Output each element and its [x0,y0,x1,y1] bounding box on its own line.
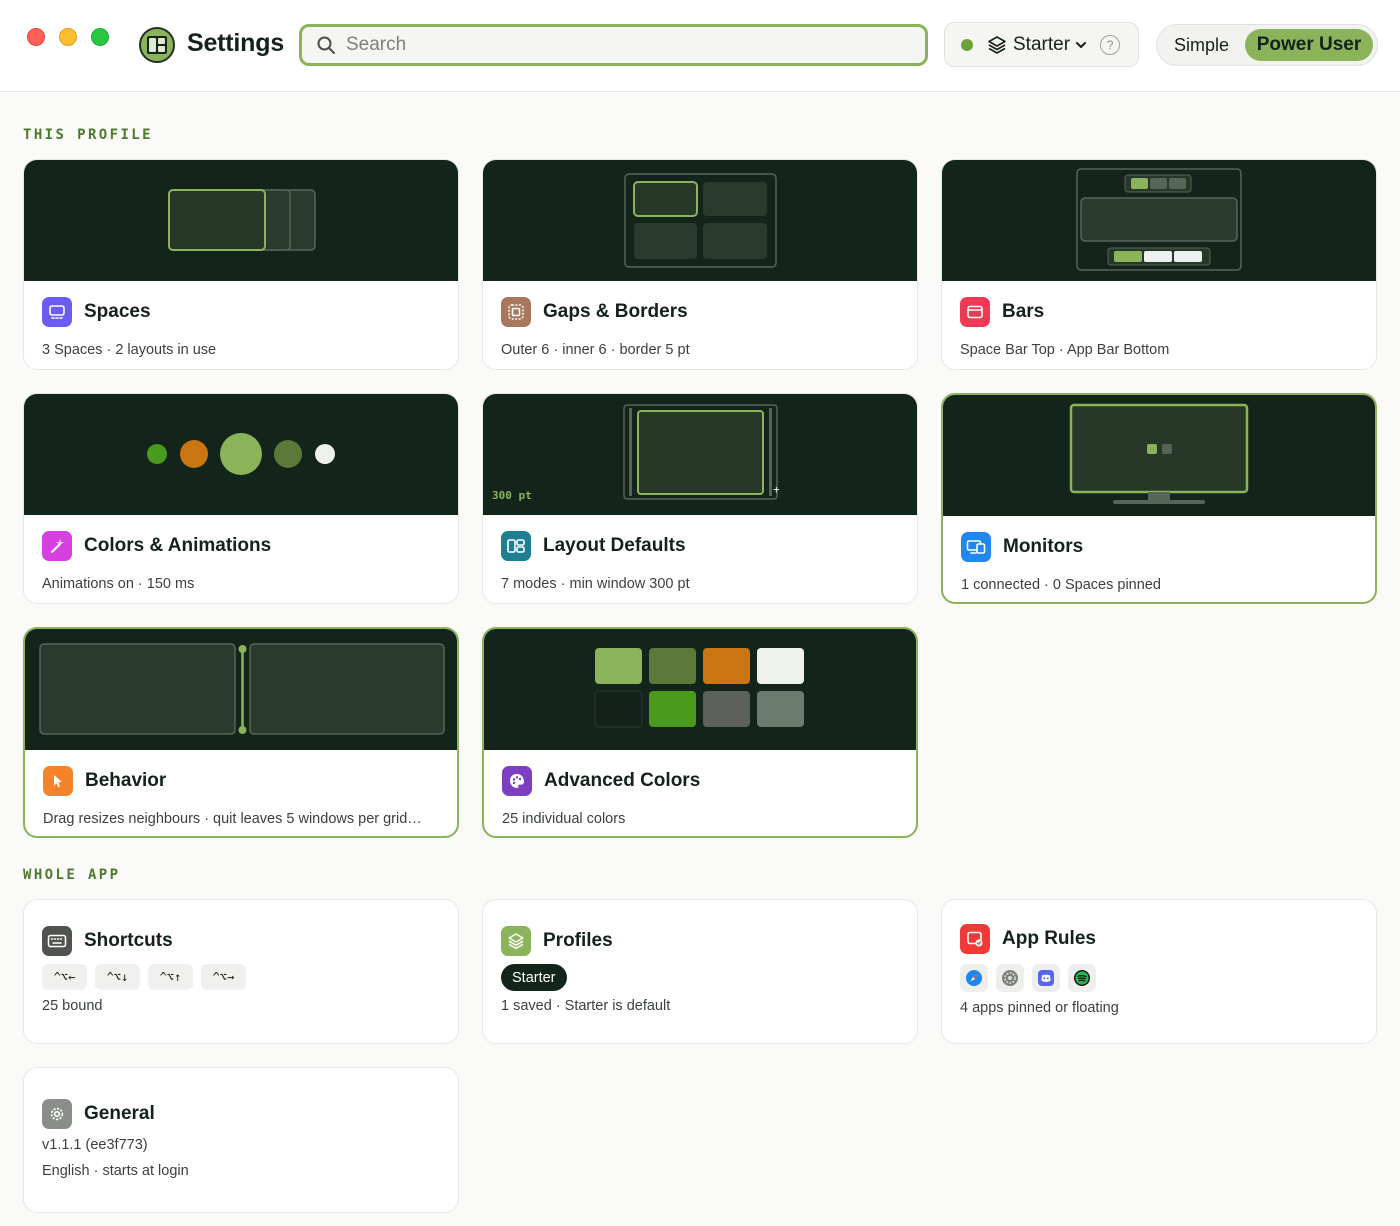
mode-simple-button[interactable]: Simple [1174,35,1229,56]
gear-icon [42,1099,72,1129]
app-logo-icon [139,27,175,63]
card-subtitle: Space Bar Top · App Bar Bottom [960,342,1170,358]
pinned-apps [960,964,1096,992]
bars-preview [942,160,1376,281]
card-title: General [84,1103,155,1124]
shortcut-keys: ^⌥← ^⌥↓ ^⌥↑ ^⌥→ [42,964,246,990]
minimize-window-button[interactable] [59,28,77,46]
card-subtitle: English · starts at login [42,1163,189,1179]
card-gaps-borders[interactable]: Gaps & Borders Outer 6 · inner 6 · borde… [482,159,918,370]
settings-content: THIS PROFILE Spaces 3 Spaces · 2 layouts… [0,93,1400,1226]
svg-text:+: + [773,483,780,496]
card-advanced-colors[interactable]: Advanced Colors 25 individual colors [482,627,918,838]
app-rules-icon [960,924,990,954]
layout-icon [501,531,531,561]
layout-preview: + 300 pt [483,394,917,515]
shortcut-key: ^⌥↓ [95,964,140,990]
search-input[interactable] [346,34,886,56]
card-spaces[interactable]: Spaces 3 Spaces · 2 layouts in use [23,159,459,370]
card-title: Monitors [1003,536,1084,557]
card-title: Layout Defaults [543,535,686,556]
card-layout-defaults[interactable]: + 300 pt Layout Defaults 7 modes · min w… [482,393,918,604]
card-general[interactable]: General v1.1.1 (ee3f773) English · start… [23,1067,459,1213]
section-this-profile: THIS PROFILE [23,127,153,143]
mode-power-user-button[interactable]: Power User [1245,29,1373,61]
cursor-icon [43,766,73,796]
card-subtitle: 4 apps pinned or floating [960,1000,1119,1016]
title-bar: Settings Starter ? Simple Power User [0,0,1400,92]
close-window-button[interactable] [27,28,45,46]
wand-icon [42,531,72,561]
help-icon[interactable]: ? [1100,34,1121,55]
window-title: Settings [187,29,285,57]
card-title: Gaps & Borders [543,301,688,322]
layers-icon [987,35,1007,55]
monitor-icon [961,532,991,562]
palette-icon [502,766,532,796]
spaces-icon [42,297,72,327]
card-subtitle: 25 individual colors [502,811,626,827]
profile-name: Starter [1013,33,1071,55]
card-monitors[interactable]: Monitors 1 connected · 0 Spaces pinned [941,393,1377,604]
monitors-preview [943,395,1375,516]
card-subtitle: Drag resizes neighbours · quit leaves 5 … [43,811,422,827]
card-title: Advanced Colors [544,770,701,791]
safari-icon [960,964,988,992]
min-window-label: 300 pt [492,489,532,502]
card-title: Spaces [84,301,151,322]
card-subtitle: 3 Spaces · 2 layouts in use [42,342,217,358]
card-title: Bars [1002,301,1045,322]
discord-icon [1032,964,1060,992]
card-title: Profiles [543,930,613,951]
card-title: Behavior [85,770,167,791]
gaps-icon [501,297,531,327]
behavior-preview [25,629,457,750]
card-subtitle: 1 connected · 0 Spaces pinned [961,577,1161,593]
card-behavior[interactable]: Behavior Drag resizes neighbours · quit … [23,627,459,838]
search-icon [317,36,335,54]
colors-preview [24,394,458,515]
card-bars[interactable]: Bars Space Bar Top · App Bar Bottom [941,159,1377,370]
card-shortcuts[interactable]: Shortcuts ^⌥← ^⌥↓ ^⌥↑ ^⌥→ 25 bound [23,899,459,1044]
keyboard-icon [42,926,72,956]
app-version: v1.1.1 (ee3f773) [42,1137,148,1153]
shortcut-key: ^⌥→ [201,964,246,990]
gaps-preview [483,160,917,281]
chevron-down-icon [1075,39,1087,51]
card-subtitle: 1 saved · Starter is default [501,998,671,1014]
card-colors-animations[interactable]: Colors & Animations Animations on · 150 … [23,393,459,604]
card-title: Colors & Animations [84,535,272,556]
card-subtitle: 7 modes · min window 300 pt [501,576,690,592]
profile-status-dot [961,38,973,51]
shortcut-key: ^⌥← [42,964,87,990]
bars-icon [960,297,990,327]
shortcut-key: ^⌥↑ [148,964,193,990]
advanced-colors-preview [484,629,916,750]
spotify-icon [1068,964,1096,992]
profile-selector[interactable]: Starter ? [944,22,1139,67]
spaces-preview [24,160,458,281]
card-app-rules[interactable]: App Rules 4 apps pinned or floating [941,899,1377,1044]
card-title: Shortcuts [84,930,173,951]
section-whole-app: WHOLE APP [23,867,121,883]
search-field[interactable] [299,24,928,66]
card-profiles[interactable]: Profiles Starter 1 saved · Starter is de… [482,899,918,1044]
zoom-window-button[interactable] [91,28,109,46]
layers-icon [501,926,531,956]
card-subtitle: Animations on · 150 ms [42,576,195,592]
card-subtitle: 25 bound [42,998,103,1014]
mode-segmented-control: Simple Power User [1156,24,1378,66]
system-settings-icon [996,964,1024,992]
card-title: App Rules [1002,928,1096,949]
profile-chip[interactable]: Starter [501,964,567,991]
card-subtitle: Outer 6 · inner 6 · border 5 pt [501,342,690,358]
